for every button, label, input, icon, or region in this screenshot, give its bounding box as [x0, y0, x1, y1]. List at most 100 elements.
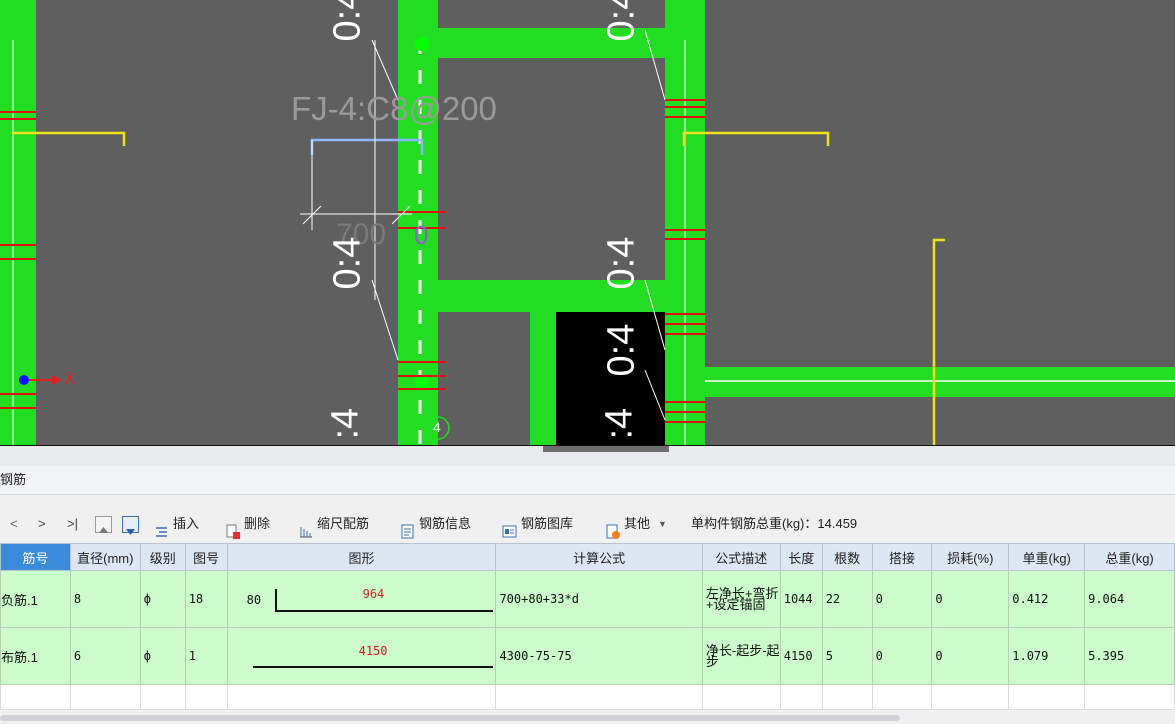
panel-splitter[interactable] — [0, 445, 1175, 466]
horizontal-scrollbar[interactable] — [0, 715, 900, 721]
rebar-library-button[interactable]: 钢筋图库 — [502, 506, 573, 542]
move-up-icon — [95, 515, 112, 533]
rebar-info-label: 钢筋信息 — [419, 516, 472, 531]
insert-button[interactable]: 插入 — [154, 506, 199, 542]
empty-cell[interactable] — [184, 684, 228, 710]
cell-formula-desc[interactable]: 净长-起步-起步 — [701, 627, 781, 685]
cell-fig-no[interactable]: 18 — [184, 570, 228, 628]
cell-loss[interactable]: 0 — [931, 627, 1010, 685]
move-up-button[interactable] — [95, 506, 116, 542]
col-header-unit-weight[interactable]: 单重(kg) — [1008, 543, 1086, 571]
axis-x-label: X — [64, 371, 75, 388]
scale-rebar-icon — [298, 517, 313, 537]
cad-drawing — [0, 0, 1175, 445]
rebar-panel-title: 钢筋 — [0, 466, 1175, 495]
shape-main-line — [252, 666, 493, 668]
library-icon — [502, 517, 517, 537]
rebar-label: FJ-4:C8@200 — [291, 90, 497, 127]
nav-prev-button[interactable]: < — [10, 506, 18, 542]
empty-cell[interactable] — [1008, 684, 1086, 710]
table-header-row: 筋号 直径(mm) 级别 图号 图形 计算公式 公式描述 长度 根数 搭接 损耗… — [0, 543, 1175, 571]
move-down-button[interactable] — [122, 506, 143, 542]
col-header-bar-no[interactable]: 筋号 — [0, 543, 71, 571]
empty-cell[interactable] — [0, 684, 71, 710]
other-icon — [605, 517, 620, 539]
col-header-count[interactable]: 根数 — [821, 543, 873, 571]
cell-lap[interactable]: 0 — [871, 570, 933, 628]
cell-count[interactable]: 22 — [821, 570, 873, 628]
nav-last-button[interactable]: >| — [67, 506, 78, 542]
cad-viewport[interactable]: FJ-4:C8@200 700 0 0:4 0:4 0:4 0:4 0:4 :4… — [0, 0, 1175, 445]
cell-fig-no[interactable]: 1 — [184, 627, 228, 685]
delete-button[interactable]: 删除 — [225, 506, 270, 542]
col-header-loss[interactable]: 损耗(%) — [931, 543, 1010, 571]
empty-cell[interactable] — [821, 684, 873, 710]
empty-cell[interactable] — [69, 684, 141, 710]
cell-unit-weight[interactable]: 0.412 — [1008, 570, 1086, 628]
cell-total-weight[interactable]: 5.395 — [1084, 627, 1175, 685]
empty-cell[interactable] — [495, 684, 703, 710]
cell-diameter[interactable]: 8 — [69, 570, 141, 628]
cell-formula-desc[interactable]: 左净长+弯折+设定锚固 — [701, 570, 781, 628]
annotation-left-2: 0:4 — [326, 236, 369, 290]
col-header-formula-desc[interactable]: 公式描述 — [701, 543, 781, 571]
cell-formula[interactable]: 700+80+33*d — [495, 570, 703, 628]
empty-cell[interactable] — [1084, 684, 1175, 710]
other-dropdown-button[interactable]: 其他 ▼ — [605, 506, 667, 542]
delete-label: 删除 — [244, 516, 271, 531]
table-row[interactable]: 布筋.1 6 ф 1 4150 4300-75-75 净长-起步-起步 4150… — [0, 627, 1175, 685]
col-header-diameter[interactable]: 直径(mm) — [69, 543, 141, 571]
annotation-right-1: 0:4 — [600, 0, 643, 42]
empty-cell[interactable] — [871, 684, 933, 710]
col-header-shape[interactable]: 图形 — [226, 543, 497, 571]
cell-grade[interactable]: ф — [139, 627, 186, 685]
cell-count[interactable]: 5 — [821, 627, 873, 685]
col-header-length[interactable]: 长度 — [779, 543, 823, 571]
rebar-shape-diagram: 4150 — [231, 629, 495, 684]
splitter-grip[interactable] — [543, 446, 669, 452]
rebar-info-button[interactable]: 钢筋信息 — [400, 506, 471, 542]
empty-cell[interactable] — [779, 684, 823, 710]
cell-grade[interactable]: ф — [139, 570, 186, 628]
nav-next-button[interactable]: > — [38, 506, 46, 542]
shape-bend-line — [274, 589, 277, 611]
annotation-black-cell: 0:4 — [600, 323, 643, 377]
table-row-empty[interactable] — [0, 684, 1175, 710]
col-header-lap[interactable]: 搭接 — [871, 543, 933, 571]
shape-main-line — [274, 610, 493, 612]
beam-right — [705, 367, 1175, 397]
cell-shape[interactable]: 4150 — [226, 627, 497, 685]
cell-length[interactable]: 4150 — [779, 627, 823, 685]
wall-left — [0, 0, 36, 445]
annotation-left-1: 0:4 — [326, 0, 369, 42]
table-row[interactable]: 负筋.1 8 ф 18 80 964 700+80+33*d 左净长+弯折+设定… — [0, 570, 1175, 628]
cell-loss[interactable]: 0 — [931, 570, 1010, 628]
chevron-down-icon: ▼ — [658, 519, 667, 529]
rebar-shape-diagram: 80 964 — [231, 572, 495, 627]
axis-number-marker: 4 — [433, 419, 441, 435]
empty-cell[interactable] — [931, 684, 1010, 710]
cell-length[interactable]: 1044 — [779, 570, 823, 628]
insert-icon — [154, 517, 169, 537]
col-header-formula[interactable]: 计算公式 — [495, 543, 703, 571]
shape-length-value: 4150 — [358, 644, 388, 658]
scale-rebar-button[interactable]: 缩尺配筋 — [298, 506, 369, 542]
dimension-zero: 0 — [414, 220, 429, 250]
cell-diameter[interactable]: 6 — [69, 627, 141, 685]
annotation-bottom-right: :4 — [598, 407, 641, 440]
document-icon — [400, 517, 415, 538]
cell-lap[interactable]: 0 — [871, 627, 933, 685]
empty-cell[interactable] — [226, 684, 497, 710]
cell-bar-no[interactable]: 布筋.1 — [0, 627, 71, 685]
cell-unit-weight[interactable]: 1.079 — [1008, 627, 1086, 685]
empty-cell[interactable] — [701, 684, 781, 710]
cell-shape[interactable]: 80 964 — [226, 570, 497, 628]
empty-cell[interactable] — [139, 684, 186, 710]
cell-formula[interactable]: 4300-75-75 — [495, 627, 703, 685]
cell-bar-no[interactable]: 负筋.1 — [0, 570, 71, 628]
col-header-total-weight[interactable]: 总重(kg) — [1084, 543, 1175, 571]
col-header-grade[interactable]: 级别 — [139, 543, 186, 571]
cell-total-weight[interactable]: 9.064 — [1084, 570, 1175, 628]
col-header-fig-no[interactable]: 图号 — [184, 543, 228, 571]
wall-column-b — [530, 312, 556, 445]
